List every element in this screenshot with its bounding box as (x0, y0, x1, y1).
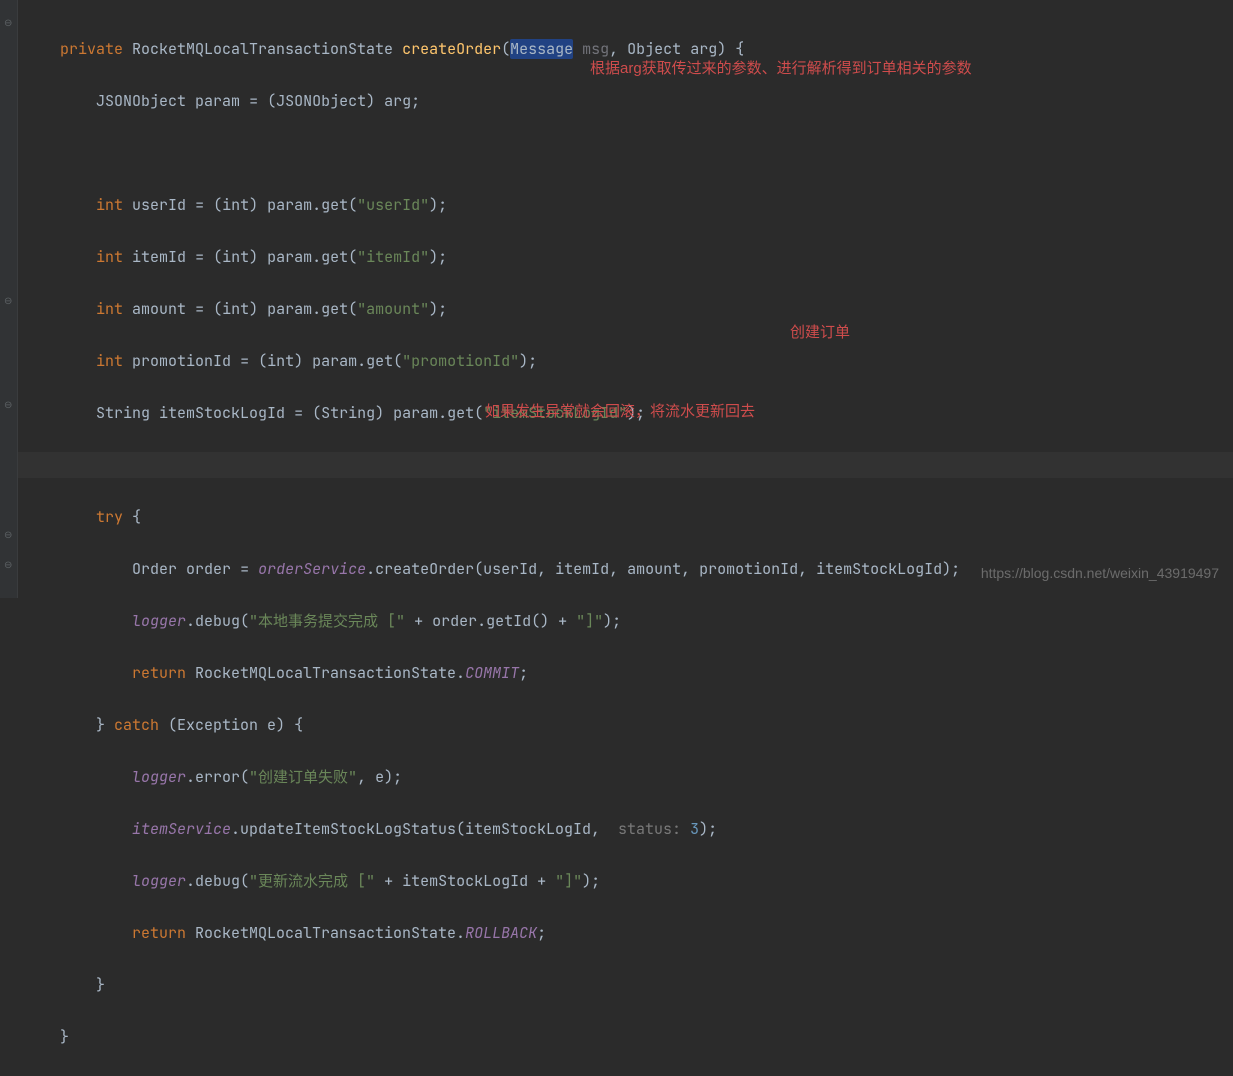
annotation-rollback: 如果发生异常就会回滚，将流水更新回去 (485, 399, 755, 425)
code-line: } (18, 972, 1233, 998)
fold-mark-icon[interactable]: ⊖ (4, 560, 14, 570)
code-line: return RocketMQLocalTransactionState.ROL… (18, 920, 1233, 946)
code-line: } catch (Exception e) { (18, 712, 1233, 738)
code-line: try { (18, 504, 1233, 530)
editor-gutter: ⊖ ⊖ ⊖ ⊖ ⊖ (0, 0, 18, 598)
code-line: } (18, 1024, 1233, 1050)
code-line: itemService.updateItemStockLogStatus(ite… (18, 816, 1233, 842)
code-line-caret (18, 452, 1233, 478)
code-line: logger.debug("本地事务提交完成 [" + order.getId(… (18, 608, 1233, 634)
code-line: int userId = (int) param.get("userId"); (18, 192, 1233, 218)
watermark-text: https://blog.csdn.net/weixin_43919497 (981, 560, 1219, 586)
code-line: int promotionId = (int) param.get("promo… (18, 348, 1233, 374)
code-line: logger.error("创建订单失败", e); (18, 764, 1233, 790)
code-line: int itemId = (int) param.get("itemId"); (18, 244, 1233, 270)
code-line: logger.debug("更新流水完成 [" + itemStockLogId… (18, 868, 1233, 894)
code-line: return RocketMQLocalTransactionState.COM… (18, 660, 1233, 686)
fold-mark-icon[interactable]: ⊖ (4, 530, 14, 540)
code-line: JSONObject param = (JSONObject) arg; (18, 88, 1233, 114)
highlighted-token: Message (510, 39, 573, 59)
fold-mark-icon[interactable]: ⊖ (4, 400, 14, 410)
fold-mark-icon[interactable]: ⊖ (4, 296, 14, 306)
code-line: int amount = (int) param.get("amount"); (18, 296, 1233, 322)
annotation-top: 根据arg获取传过来的参数、进行解析得到订单相关的参数 (590, 56, 972, 82)
code-editor[interactable]: private RocketMQLocalTransactionState cr… (18, 0, 1233, 1076)
annotation-create-order: 创建订单 (790, 320, 850, 346)
code-line (18, 140, 1233, 166)
fold-mark-icon[interactable]: ⊖ (4, 18, 14, 28)
